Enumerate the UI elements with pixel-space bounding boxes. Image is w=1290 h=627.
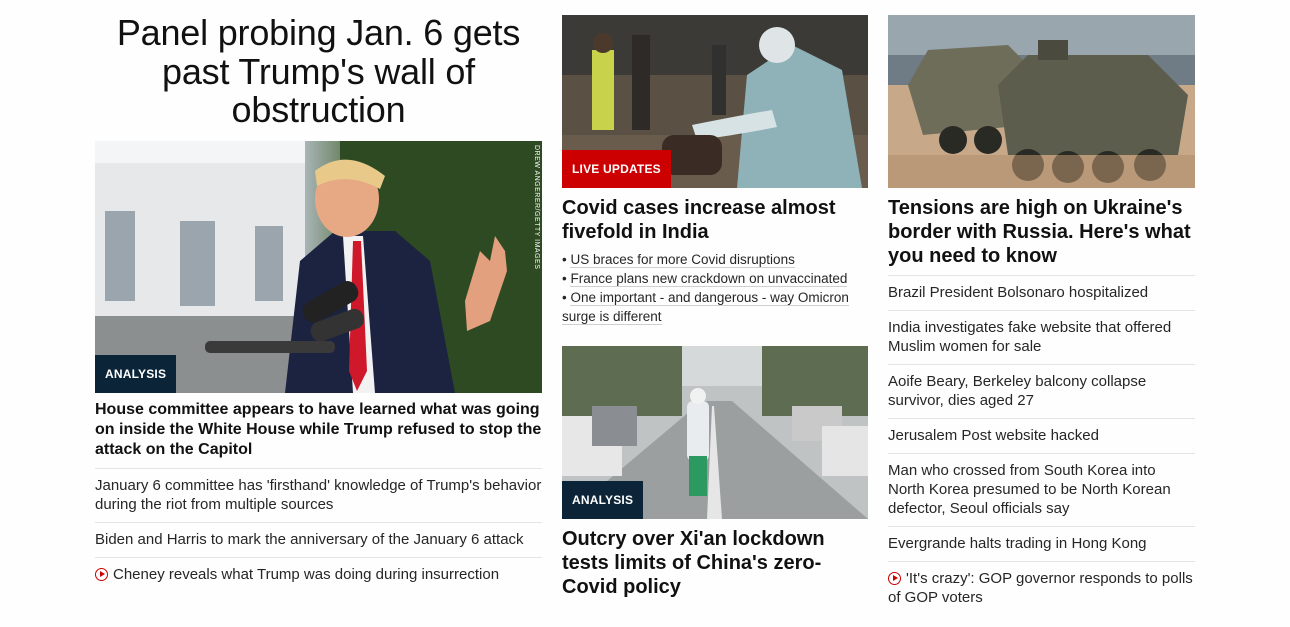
ukraine-headline[interactable]: Tensions are high on Ukraine's border wi… xyxy=(888,196,1195,268)
play-icon xyxy=(888,572,901,585)
ukraine-photo xyxy=(888,15,1195,188)
list-item[interactable]: 'It's crazy': GOP governor responds to p… xyxy=(888,561,1195,615)
lead-headline[interactable]: House committee appears to have learned … xyxy=(95,400,542,460)
list-item[interactable]: • US braces for more Covid disruptions xyxy=(562,250,868,269)
analysis-badge: ANALYSIS xyxy=(95,354,177,393)
link-text[interactable]: One important - and dangerous - way Omic… xyxy=(562,290,849,325)
lead-story-column: Panel probing Jan. 6 gets past Trump's w… xyxy=(95,0,542,592)
link-text[interactable]: France plans new crackdown on unvaccinat… xyxy=(570,271,848,287)
link-text[interactable]: Aoife Beary, Berkeley balcony collapse s… xyxy=(888,373,1146,409)
list-item[interactable]: • One important - and dangerous - way Om… xyxy=(562,288,868,326)
list-item[interactable]: India investigates fake website that off… xyxy=(888,310,1195,364)
list-item[interactable]: Evergrande halts trading in Hong Kong xyxy=(888,526,1195,561)
covid-india-image[interactable]: LIVE UPDATES xyxy=(562,15,868,188)
list-item[interactable]: • France plans new crackdown on unvaccin… xyxy=(562,269,868,288)
link-text[interactable]: 'It's crazy': GOP governor responds to p… xyxy=(888,570,1193,606)
list-item[interactable]: Aoife Beary, Berkeley balcony collapse s… xyxy=(888,364,1195,418)
covid-bullet-list: • US braces for more Covid disruptions •… xyxy=(562,250,868,326)
link-text[interactable]: Brazil President Bolsonaro hospitalized xyxy=(888,284,1148,301)
link-text[interactable]: Evergrande halts trading in Hong Kong xyxy=(888,535,1147,552)
link-text[interactable]: Jerusalem Post website hacked xyxy=(888,427,1099,444)
right-link-list: Brazil President Bolsonaro hospitalized … xyxy=(888,275,1195,615)
list-item[interactable]: Jerusalem Post website hacked xyxy=(888,418,1195,453)
link-text[interactable]: Man who crossed from South Korea into No… xyxy=(888,462,1171,517)
xian-lockdown-headline[interactable]: Outcry over Xi'an lockdown tests limits … xyxy=(562,527,868,599)
play-icon xyxy=(95,567,108,581)
list-item[interactable]: Biden and Harris to mark the anniversary… xyxy=(95,521,542,557)
link-text[interactable]: January 6 committee has 'firsthand' know… xyxy=(95,477,541,513)
right-column: Tensions are high on Ukraine's border wi… xyxy=(888,0,1195,615)
lead-related-links: January 6 committee has 'firsthand' know… xyxy=(95,467,542,592)
link-text[interactable]: US braces for more Covid disruptions xyxy=(570,252,795,268)
live-updates-badge: LIVE UPDATES xyxy=(562,150,671,188)
xian-lockdown-image[interactable]: ANALYSIS xyxy=(562,346,868,519)
lead-story-image[interactable]: DREW ANGERER/GETTY IMAGES ANALYSIS xyxy=(95,140,542,393)
list-item[interactable]: January 6 committee has 'firsthand' know… xyxy=(95,467,542,522)
list-item[interactable]: Cheney reveals what Trump was doing duri… xyxy=(95,556,542,592)
ukraine-image[interactable] xyxy=(888,15,1195,188)
photo-credit: DREW ANGERER/GETTY IMAGES xyxy=(533,144,540,269)
link-text[interactable]: Biden and Harris to mark the anniversary… xyxy=(95,531,524,548)
list-item[interactable]: Brazil President Bolsonaro hospitalized xyxy=(888,275,1195,310)
analysis-badge: ANALYSIS xyxy=(562,481,644,519)
covid-india-headline[interactable]: Covid cases increase almost fivefold in … xyxy=(562,196,868,244)
list-item[interactable]: Man who crossed from South Korea into No… xyxy=(888,453,1195,526)
link-text[interactable]: India investigates fake website that off… xyxy=(888,319,1171,355)
link-text[interactable]: Cheney reveals what Trump was doing duri… xyxy=(113,566,499,583)
middle-column: LIVE UPDATES Covid cases increase almost… xyxy=(562,0,868,598)
hero-title[interactable]: Panel probing Jan. 6 gets past Trump's w… xyxy=(95,13,542,130)
